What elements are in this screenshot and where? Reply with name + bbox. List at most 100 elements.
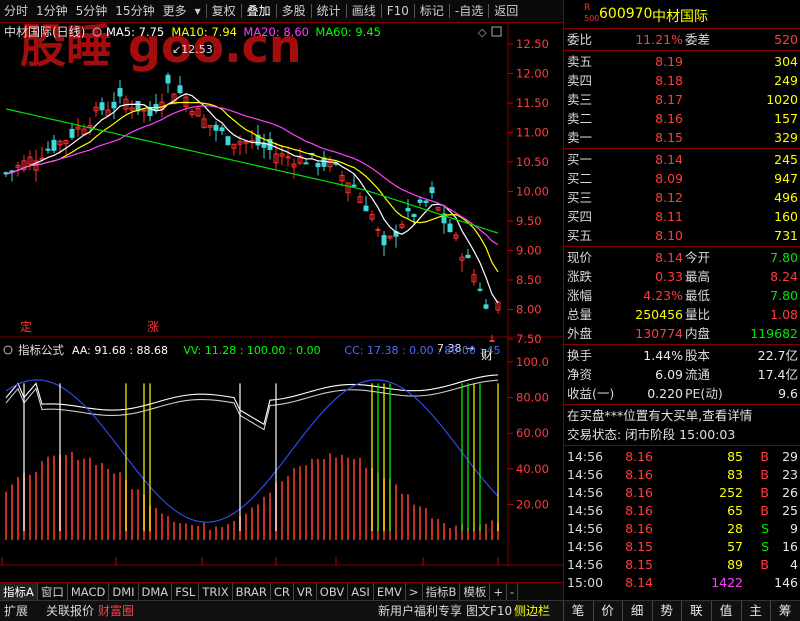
indicator-tab-15[interactable]: 模板	[460, 583, 491, 601]
indicator-tab-4[interactable]: DMA	[139, 583, 173, 601]
divider	[564, 445, 800, 446]
candles	[3, 72, 501, 342]
price-axis-label: 12.50	[516, 37, 549, 51]
toolbar-separator	[380, 4, 382, 18]
toolbar-button-4[interactable]: 画线	[348, 0, 380, 22]
toolbar-period-3[interactable]: 15分钟	[111, 0, 158, 22]
toolbar-button-7[interactable]: -自选	[451, 0, 487, 22]
stat-row-3: 总量 250456 量比 1.08	[567, 307, 798, 322]
nav-button-7[interactable]: 筹	[770, 601, 799, 621]
indicator-tab-10[interactable]: OBV	[317, 583, 349, 601]
price-axis-label: 9.00	[516, 244, 542, 258]
nav-button-0[interactable]: 笔	[563, 601, 592, 621]
toolbar-period-4[interactable]: 更多	[159, 0, 191, 22]
nav-button-4[interactable]: 联	[681, 601, 710, 621]
candle-body	[489, 339, 495, 342]
chevron-down-icon[interactable]: ▾	[191, 0, 205, 22]
indicator-tab-14[interactable]: 指标B	[423, 583, 461, 601]
indicator-tab-13[interactable]: >	[406, 583, 423, 601]
status-left-1[interactable]: 关联报价	[46, 601, 94, 621]
price-axis-label: 11.00	[516, 126, 549, 140]
candle-body	[45, 148, 51, 151]
indicator-tab-17[interactable]: -	[507, 583, 519, 601]
ask-row-2: 卖三 8.17 1020	[567, 92, 798, 107]
quote-panel: R 500 600970 中材国际 委比 11.21% 委差 520 卖五 8.19 304 卖四 8.…	[563, 0, 800, 600]
indicator-tab-16[interactable]: +	[490, 583, 508, 601]
toolbar-button-2[interactable]: 多股	[278, 0, 310, 22]
price-axis-label: 10.50	[516, 155, 549, 169]
ask-row-0: 卖五 8.19 304	[567, 54, 798, 69]
marker-zhang[interactable]: 涨	[147, 319, 159, 334]
candle-body	[351, 184, 357, 187]
status-mid-2[interactable]: 侧边栏	[514, 601, 550, 621]
candle-body	[69, 128, 75, 138]
indicator-tab-6[interactable]: TRIX	[199, 583, 233, 601]
stat-row-0: 现价 8.14 今开 7.80	[567, 250, 798, 265]
indicator-tab-11[interactable]: ASI	[348, 583, 374, 601]
chart-toolbar: 分时 1分钟 5分钟 15分钟 更多 ▾ 复权 叠加 多股 统计 画线 F10 标记 -自选 返回	[0, 0, 563, 23]
toolbar-separator	[413, 4, 415, 18]
nav-button-1[interactable]: 价	[592, 601, 622, 621]
ask-row-3: 卖二 8.16 157	[567, 111, 798, 126]
toolbar-button-1[interactable]: 叠加	[243, 0, 275, 22]
chart-title: 中材国际(日线)	[4, 24, 85, 39]
indicator-label-0: AA: 91.68 : 88.68	[72, 344, 168, 357]
indicator-histogram	[5, 451, 499, 540]
marker-ding[interactable]: 定	[20, 319, 32, 334]
indicator-tab-8[interactable]: CR	[271, 583, 294, 601]
candle-body	[99, 102, 105, 111]
toolbar-period-0[interactable]: 分时	[0, 0, 32, 22]
ma-label-3: MA60: 9.45	[315, 25, 381, 39]
candle-body	[429, 187, 435, 194]
indicator-title: 指标公式	[18, 343, 64, 357]
toolbar-period-2[interactable]: 5分钟	[72, 0, 112, 22]
indicator-tab-3[interactable]: DMI	[109, 583, 139, 601]
nav-button-6[interactable]: 主	[740, 601, 770, 621]
status-left-0[interactable]: 扩展	[4, 601, 28, 621]
price-axis-label: 7.50	[516, 332, 542, 346]
candle-body	[165, 74, 171, 84]
price-axis-label: 11.50	[516, 96, 549, 110]
indicator-tab-0[interactable]: 指标A	[0, 583, 38, 601]
indicator-settings-icon[interactable]	[3, 345, 13, 355]
tick-row-6: 14:56 8.15 89 B 4	[567, 557, 798, 572]
candle-body	[117, 88, 123, 97]
big-order-notice[interactable]: 在买盘***位置有大买单,查看详情	[564, 406, 800, 425]
indicator-tab-1[interactable]: 窗口	[38, 583, 68, 601]
status-mid-0[interactable]: 新用户福利专享	[378, 601, 462, 621]
price-axis-label: 9.50	[516, 214, 542, 228]
toolbar-button-8[interactable]: 返回	[490, 0, 522, 22]
candle-body	[483, 304, 489, 309]
status-left-2[interactable]: 财富圈	[98, 601, 134, 621]
tick-row-0: 14:56 8.16 85 B 29	[567, 449, 798, 464]
candle-body	[477, 288, 483, 291]
indicator-tab-9[interactable]: VR	[294, 583, 317, 601]
divider	[564, 28, 800, 29]
tick-row-2: 14:56 8.16 252 B 26	[567, 485, 798, 500]
nav-button-5[interactable]: 值	[711, 601, 740, 621]
fund-row-2: 收益(一) 0.220 PE(动) 9.6	[567, 386, 798, 401]
indicator-axis-label: 60.00	[516, 426, 549, 440]
bid-row-1: 买二 8.09 947	[567, 171, 798, 186]
maximize-icon[interactable]	[491, 26, 502, 37]
bid-row-2: 买三 8.12 496	[567, 190, 798, 205]
candle-body	[51, 139, 57, 151]
nav-button-2[interactable]: 细	[622, 601, 651, 621]
kline-chart[interactable]: 股睡 goo.cn中材国际(日线) MA5: 7.75 MA10: 7.94 MA20…	[0, 22, 563, 567]
rank-badge-r: R	[584, 3, 591, 13]
toolbar-button-0[interactable]: 复权	[208, 0, 240, 22]
indicator-tab-5[interactable]: FSL	[172, 583, 200, 601]
indicator-axis-label: 80.00	[516, 391, 549, 405]
rank-badge-num: 500	[584, 14, 600, 23]
indicator-tab-7[interactable]: BRAR	[233, 583, 271, 601]
stat-row-1: 涨跌 0.33 最高 8.24	[567, 269, 798, 284]
status-mid-1[interactable]: 图文F10	[466, 601, 512, 621]
indicator-tab-12[interactable]: EMV	[374, 583, 406, 601]
nav-button-3[interactable]: 势	[651, 601, 681, 621]
toolbar-button-5[interactable]: F10	[383, 0, 413, 22]
toolbar-button-3[interactable]: 统计	[313, 0, 345, 22]
diamond-icon[interactable]: ◇	[478, 26, 487, 39]
toolbar-button-6[interactable]: 标记	[416, 0, 448, 22]
toolbar-period-1[interactable]: 1分钟	[32, 0, 72, 22]
indicator-tab-2[interactable]: MACD	[68, 583, 110, 601]
